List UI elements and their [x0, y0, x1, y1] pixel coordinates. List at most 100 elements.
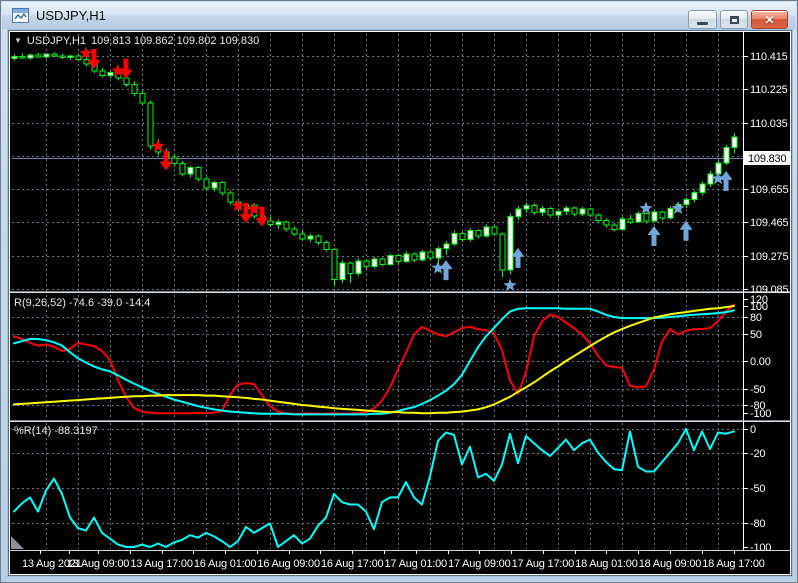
pane-separators[interactable] — [10, 32, 790, 551]
signal-star-icon — [503, 278, 517, 292]
candle-body — [195, 167, 202, 180]
candle-body — [211, 182, 218, 189]
candle-body — [715, 162, 722, 175]
candle-body — [459, 232, 466, 241]
candle-body — [387, 255, 394, 265]
chart-window: USDJPY,H1 ✕ 110.415 110.225 110.035 109.655… — [0, 0, 798, 583]
candle-body — [267, 220, 274, 226]
candle-body — [323, 242, 330, 251]
candle-body — [19, 56, 26, 59]
candle-body — [563, 207, 570, 212]
candle-body — [507, 216, 514, 271]
svg-text:-80: -80 — [750, 518, 765, 530]
candle-body — [307, 235, 314, 240]
candle-body — [483, 226, 490, 237]
svg-text:-100: -100 — [750, 408, 771, 420]
minimize-button[interactable] — [688, 10, 717, 29]
candle-body — [571, 207, 578, 215]
candle-body — [355, 260, 362, 275]
candle-body — [107, 71, 114, 76]
candle-body — [11, 56, 18, 60]
candle-body — [51, 53, 58, 57]
titlebar[interactable]: USDJPY,H1 — [2, 2, 796, 29]
indicator-line — [13, 305, 735, 415]
candle-body — [643, 213, 650, 222]
candle-body — [139, 93, 146, 104]
svg-text:-50: -50 — [750, 384, 765, 396]
candle-body — [147, 102, 154, 147]
svg-text:-20: -20 — [750, 448, 765, 460]
candle-body — [587, 208, 594, 216]
svg-text:80: 80 — [750, 312, 762, 324]
price-scale[interactable]: 110.415 110.225 110.035 109.655 109.465 109.2… — [743, 51, 789, 554]
candle-body — [171, 157, 178, 165]
candle-body — [547, 207, 554, 216]
chart-window-icon — [12, 8, 29, 23]
candle-body — [67, 55, 74, 59]
symbol-text: USDJPY,H1 — [26, 35, 87, 47]
svg-text:18 Aug 09:00: 18 Aug 09:00 — [639, 558, 702, 570]
candle-body — [99, 70, 106, 76]
svg-text:17 Aug 17:00: 17 Aug 17:00 — [512, 558, 575, 570]
svg-text:18 Aug 17:00: 18 Aug 17:00 — [702, 558, 765, 570]
candle-body — [475, 229, 482, 237]
candle-body — [403, 253, 410, 262]
candle-body — [515, 208, 522, 218]
svg-text:0: 0 — [750, 424, 756, 436]
candle-body — [555, 210, 562, 216]
svg-text:110.415: 110.415 — [750, 51, 788, 63]
candle-body — [467, 229, 474, 241]
restore-icon — [729, 15, 739, 24]
time-scale[interactable]: 13 Aug 202113 Aug 09:00 13 Aug 17:00 16 Au… — [22, 550, 765, 570]
restore-button[interactable] — [720, 10, 748, 29]
candle-body — [283, 221, 290, 230]
candle-body — [579, 208, 586, 215]
candle-body — [339, 262, 346, 281]
candle-body — [227, 192, 234, 203]
close-button[interactable]: ✕ — [751, 10, 788, 29]
svg-text:109.465: 109.465 — [750, 217, 788, 229]
svg-text:17 Aug 09:00: 17 Aug 09:00 — [448, 558, 511, 570]
close-icon: ✕ — [764, 12, 775, 27]
candle-body — [315, 235, 322, 244]
indicator2-label: %R(14) -88.3197 — [14, 425, 98, 437]
candle-body — [35, 54, 42, 58]
minimize-icon — [697, 22, 708, 25]
candle-body — [123, 77, 130, 86]
svg-text:109.275: 109.275 — [750, 251, 788, 263]
candle-body — [131, 84, 138, 95]
candle-body — [179, 163, 186, 175]
candle-body — [691, 192, 698, 201]
svg-text:-50: -50 — [750, 483, 765, 495]
signal-star-icon — [639, 201, 653, 214]
svg-text:109.655: 109.655 — [750, 184, 788, 196]
svg-text:17 Aug 01:00: 17 Aug 01:00 — [385, 558, 448, 570]
candle-body — [635, 213, 642, 223]
candle-body — [395, 255, 402, 262]
candle-body — [419, 251, 426, 261]
candle-body — [219, 182, 226, 194]
candle-body — [347, 262, 354, 275]
svg-text:13 Aug 09:00: 13 Aug 09:00 — [67, 558, 130, 570]
candle-body — [731, 136, 738, 149]
candle-body — [27, 54, 34, 59]
candle-body — [451, 232, 458, 245]
candle-body — [523, 204, 530, 210]
candle-body — [611, 224, 618, 230]
candle-body — [619, 218, 626, 230]
svg-text:18 Aug 01:00: 18 Aug 01:00 — [575, 558, 638, 570]
candle-body — [539, 207, 546, 213]
pane-resize-grip[interactable] — [11, 536, 24, 549]
candle-body — [203, 178, 210, 189]
ohlc-text: 109.813 109.862 109.802 109.830 — [91, 35, 260, 47]
expander-icon[interactable]: ▼ — [14, 37, 22, 45]
candle-body — [331, 249, 338, 281]
candle-body — [75, 55, 82, 60]
candle-body — [299, 233, 306, 240]
buy-arrow-icon — [647, 226, 661, 247]
candles — [11, 52, 738, 287]
buy-arrow-icon — [679, 220, 693, 241]
svg-text:-100: -100 — [750, 542, 771, 554]
candle-body — [427, 251, 434, 259]
indicator1-lines — [13, 303, 735, 416]
